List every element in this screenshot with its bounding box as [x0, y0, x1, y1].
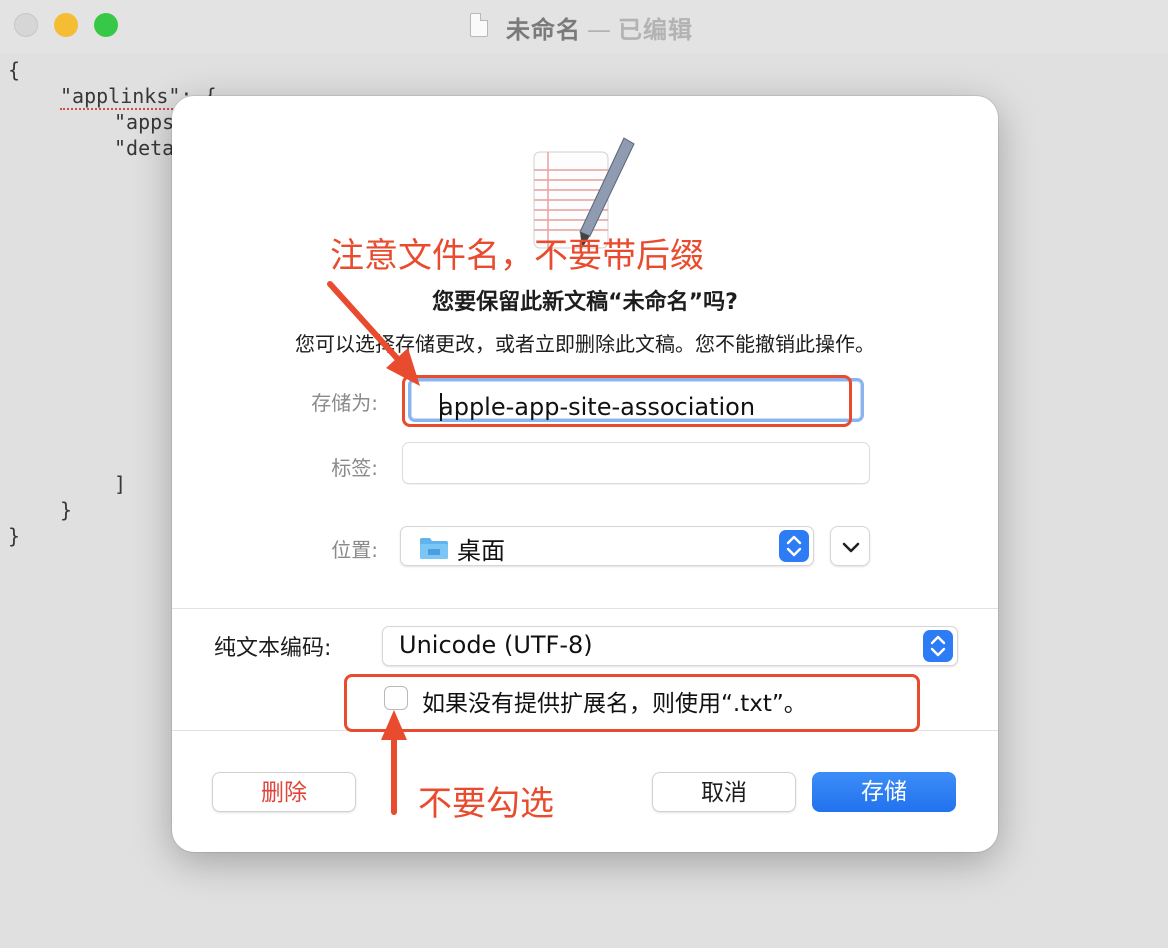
window-title-separator: — — [587, 16, 612, 44]
up-down-chevron-icon — [930, 635, 946, 657]
location-stepper — [779, 530, 809, 562]
window-title-name: 未命名 — [506, 16, 581, 44]
tags-input[interactable] — [402, 442, 870, 484]
tags-label: 标签: — [331, 456, 378, 480]
location-label: 位置: — [331, 538, 378, 562]
save-button[interactable]: 存储 — [812, 772, 956, 812]
encoding-label: 纯文本编码: — [214, 636, 332, 661]
window-title-status: 已编辑 — [618, 16, 693, 44]
save-dialog: 您要保留此新文稿“未命名”吗? 您可以选择存储更改，或者立即删除此文稿。您不能撤… — [172, 96, 998, 852]
window-title: 未命名 — 已编辑 — [506, 10, 693, 45]
delete-button[interactable]: 删除 — [212, 772, 356, 812]
filename-highlight-box — [402, 375, 852, 427]
location-popup[interactable]: 桌面 — [400, 526, 814, 566]
dialog-title: 您要保留此新文稿“未命名”吗? — [432, 290, 738, 315]
window-titlebar: 未命名 — 已编辑 — [0, 0, 1168, 54]
dialog-message: 您可以选择存储更改，或者立即删除此文稿。您不能撤销此操作。 — [295, 332, 875, 356]
zoom-window-button[interactable] — [94, 13, 118, 37]
cancel-button[interactable]: 取消 — [652, 772, 796, 812]
chevron-down-icon — [842, 542, 860, 553]
document-icon — [470, 13, 488, 37]
encoding-stepper — [923, 630, 953, 662]
checkbox-highlight-box — [344, 674, 920, 732]
minimize-window-button[interactable] — [54, 13, 78, 37]
filename-annotation: 注意文件名，不要带后缀 — [330, 236, 704, 276]
section-divider — [172, 608, 998, 609]
expand-location-button[interactable] — [830, 526, 870, 566]
location-value: 桌面 — [457, 537, 505, 565]
checkbox-annotation: 不要勾选 — [418, 784, 554, 824]
encoding-value: Unicode (UTF-8) — [399, 631, 593, 659]
encoding-popup[interactable]: Unicode (UTF-8) — [382, 626, 958, 666]
up-down-chevron-icon — [786, 535, 802, 557]
close-window-button[interactable] — [14, 13, 38, 37]
save-as-label: 存储为: — [311, 391, 378, 415]
folder-icon — [420, 538, 448, 559]
